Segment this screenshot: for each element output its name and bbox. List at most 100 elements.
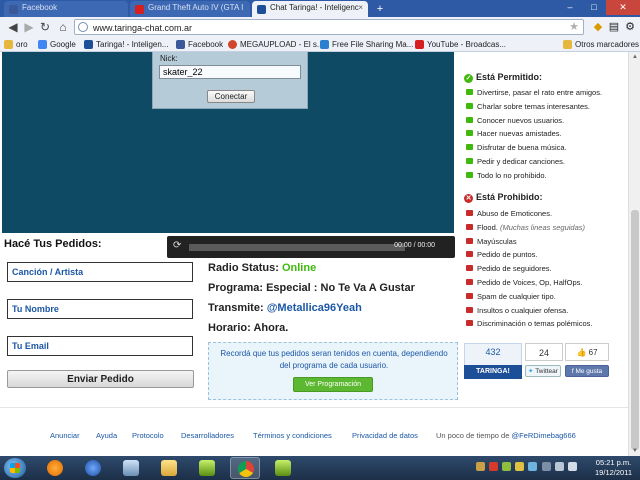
clock-time: 05:21 p.m. [595, 458, 632, 467]
tab-taringa-chat[interactable]: Chat Taringa! - Inteligenc × [252, 1, 368, 17]
bookmark-star-icon[interactable]: ★ [569, 20, 579, 33]
reload-icon[interactable]: ↻ [38, 20, 52, 34]
taskbar-winamp[interactable] [78, 457, 108, 479]
radio-dj: Transmite: @Metallica96Yeah [208, 302, 362, 314]
taskbar-explorer[interactable] [116, 457, 146, 479]
rule-item: Hacer nuevas amistades. [466, 129, 562, 138]
footer-link-anunciar[interactable]: Anunciar [50, 431, 80, 440]
connect-button[interactable]: Conectar [207, 90, 255, 103]
tab-close-icon[interactable]: × [358, 3, 363, 12]
url-input[interactable] [93, 21, 553, 34]
tray-icon[interactable] [528, 462, 537, 471]
taringa-share-button[interactable]: TARINGA! [464, 365, 522, 379]
scrollbar-thumb[interactable] [631, 210, 639, 450]
forward-arrow-icon[interactable]: ▶ [22, 20, 36, 34]
rule-item: Pedido de seguidores. [466, 264, 552, 273]
bullet-icon [466, 306, 473, 313]
footer-link-ayuda[interactable]: Ayuda [96, 431, 117, 440]
bookmark-file-sharing[interactable]: Free File Sharing Ma... [320, 38, 413, 51]
tab-gta[interactable]: Grand Theft Auto IV (GTA I [130, 1, 250, 17]
tray-icon[interactable] [515, 462, 524, 471]
tray-icon[interactable] [502, 462, 511, 471]
bullet-icon [466, 279, 473, 285]
maximize-button[interactable]: □ [582, 0, 606, 15]
notice-box: Recordá que tus pedidos seran tenidos en… [208, 342, 458, 400]
footer-link-desarrolladores[interactable]: Desarrolladores [181, 431, 234, 440]
chat-applet[interactable]: Nick: Conectar [2, 52, 454, 233]
bullet-icon [466, 89, 473, 95]
send-request-button[interactable]: Enviar Pedido [7, 370, 194, 388]
home-icon[interactable]: ⌂ [56, 20, 70, 34]
start-button[interactable] [4, 458, 26, 478]
taskbar-folders[interactable] [154, 457, 184, 479]
scroll-down-arrow-icon[interactable]: ▼ [629, 446, 640, 456]
bookmark-taringa[interactable]: Taringa! - Inteligen... [84, 38, 168, 51]
thumbs-up-icon: 👍 [576, 348, 587, 357]
taskbar-chrome[interactable] [230, 457, 260, 479]
page-content: Nick: Conectar Hacé Tus Pedidos: ⟳ 00:00… [0, 52, 628, 456]
scroll-up-arrow-icon[interactable]: ▲ [629, 52, 640, 62]
taskbar-clock[interactable]: 05:21 p.m. 19/12/2011 [595, 458, 632, 478]
bullet-icon [466, 171, 473, 178]
back-arrow-icon[interactable]: ◀ [6, 20, 20, 34]
tab-facebook[interactable]: Facebook [4, 1, 128, 17]
radio-status: Radio Status: Online [208, 262, 317, 274]
footer-link-privacidad[interactable]: Privacidad de datos [352, 431, 418, 440]
page-scrollbar[interactable]: ▲ ▼ [628, 52, 640, 456]
bookmark-google[interactable]: Google [38, 38, 76, 51]
network-icon[interactable] [555, 462, 564, 471]
footer-link-terminos[interactable]: Términos y condiciones [253, 431, 332, 440]
new-tab-button[interactable]: + [372, 3, 388, 15]
rule-item: Flood. (Muchas lineas seguidas) [466, 223, 585, 232]
tray-icon[interactable] [489, 462, 498, 471]
nick-input[interactable] [159, 65, 301, 79]
wrench-icon[interactable]: ⚙ [623, 20, 637, 34]
bookmarks-bar: oro Google Taringa! - Inteligen... Faceb… [0, 37, 640, 52]
address-bar[interactable]: ★ [74, 19, 584, 35]
folder-icon [563, 40, 572, 49]
bullet-icon [466, 251, 473, 258]
facebook-like-button[interactable]: f Me gusta [565, 365, 609, 377]
bookmark-youtube[interactable]: YouTube - Broadcas... [415, 38, 506, 51]
tweet-button[interactable]: ✦ Twittear [525, 365, 561, 377]
credit-user-link[interactable]: @FeRDimebag666 [511, 431, 575, 440]
taskbar-media-player[interactable] [40, 457, 70, 479]
radio-program: Programa: Especial : No Te Va A Gustar [208, 282, 415, 294]
name-input[interactable] [7, 299, 193, 319]
song-input[interactable] [7, 262, 193, 282]
bookmark-megaupload[interactable]: MEGAUPLOAD - El s... [228, 38, 324, 51]
page-menu-icon[interactable]: ▤ [607, 20, 621, 34]
taskbar-app-2[interactable] [268, 457, 298, 479]
bullet-icon [466, 292, 473, 299]
minimize-button[interactable]: – [558, 0, 582, 15]
close-window-button[interactable]: ✕ [606, 0, 640, 15]
taringa-icon [84, 40, 93, 49]
taskbar-app[interactable] [192, 457, 222, 479]
view-schedule-button[interactable]: Ver Programación [293, 377, 373, 392]
bookmark-oro[interactable]: oro [4, 38, 28, 51]
bookmark-other[interactable]: Otros marcadores [563, 38, 639, 51]
volume-icon[interactable] [568, 462, 577, 471]
allowed-heading: ✓ Está Permitido: [464, 72, 543, 83]
bullet-icon [466, 210, 473, 216]
dj-link[interactable]: @Metallica96Yeah [267, 302, 362, 314]
megaupload-icon [228, 40, 237, 49]
bullet-icon [466, 265, 473, 272]
rule-item: Disfrutar de buena música. [466, 143, 567, 152]
bullet-icon [466, 130, 473, 137]
footer-link-protocolo[interactable]: Protocolo [132, 431, 164, 440]
file-sharing-icon [320, 40, 329, 49]
play-icon[interactable]: ⟳ [173, 240, 181, 251]
tray-icon[interactable] [476, 462, 485, 471]
rule-item: Pedir y dedicar canciones. [466, 157, 565, 166]
email-input[interactable] [7, 336, 193, 356]
extension-icon[interactable]: ◆ [591, 20, 605, 34]
bookmark-facebook[interactable]: Facebook [176, 38, 223, 51]
twitter-icon: ✦ [528, 368, 534, 375]
schedule-value: Ahora. [253, 322, 289, 334]
show-hidden-icons-icon[interactable] [542, 462, 551, 471]
progress-bar[interactable] [189, 244, 405, 251]
notice-text: Recordá que tus pedidos seran tenidos en… [220, 349, 448, 370]
nick-label: Nick: [160, 54, 178, 63]
player-time: 00:00 / 00:00 [394, 242, 435, 249]
